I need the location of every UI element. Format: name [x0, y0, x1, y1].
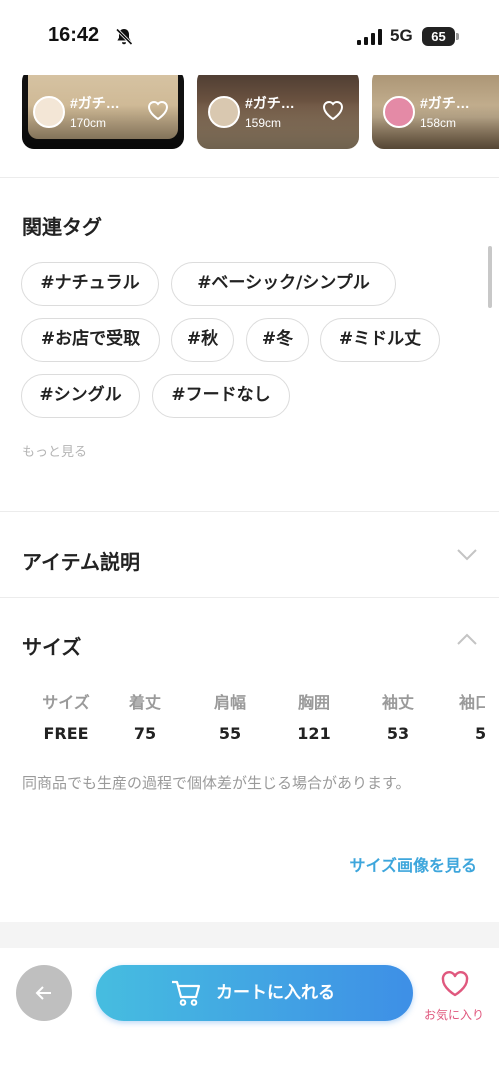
size-header: 肩幅: [213, 693, 246, 712]
divider: [0, 177, 499, 178]
back-button[interactable]: [16, 965, 72, 1021]
card-height: 158cm: [420, 116, 457, 130]
bottom-action-bar: カートに入れる お気に入り: [0, 948, 499, 1080]
favorite-label[interactable]: お気に入り: [424, 1006, 484, 1023]
heart-icon[interactable]: [321, 99, 345, 121]
card-height: 159cm: [245, 116, 282, 130]
more-tags-link[interactable]: もっと見る: [22, 441, 87, 460]
tag-chip[interactable]: #シングル: [21, 374, 140, 418]
tag-chip[interactable]: #ベーシック/シンプル: [171, 262, 396, 306]
signal-icon: [357, 29, 382, 45]
size-value: 53: [386, 724, 410, 743]
avatar: [33, 96, 65, 128]
scrollbar[interactable]: [488, 246, 492, 308]
size-value: FREE: [43, 724, 89, 743]
tag-chip[interactable]: #冬: [246, 318, 309, 362]
status-time: 16:42: [48, 24, 100, 46]
heart-icon[interactable]: [146, 99, 170, 121]
related-tags-title: 関連タグ: [22, 215, 102, 239]
size-value: 121: [297, 724, 331, 743]
tag-chip[interactable]: #お店で受取: [21, 318, 160, 362]
size-note: 同商品でも生産の過程で個体差が生じる場合があります。: [22, 774, 411, 792]
avatar: [383, 96, 415, 128]
cart-icon: [172, 980, 201, 1006]
coordinate-card[interactable]: #ガチ… 170cm: [22, 75, 184, 149]
coordinate-cards: #ガチ… 170cm #ガチ… 159cm #ガチ… 158cm: [0, 75, 499, 155]
divider: [0, 597, 499, 598]
chevron-up-icon[interactable]: [456, 632, 478, 646]
arrow-left-icon: [35, 986, 51, 1000]
battery-icon: 65: [422, 27, 455, 46]
coordinate-card[interactable]: #ガチ… 158cm: [372, 75, 499, 149]
network-type: 5G: [390, 26, 413, 45]
section-spacer: [0, 922, 499, 948]
heart-icon[interactable]: [440, 970, 470, 998]
size-header: 胸囲: [297, 693, 330, 712]
size-header: 着丈: [128, 693, 161, 712]
tag-chip[interactable]: #フードなし: [152, 374, 290, 418]
size-header: サイズ: [42, 693, 90, 712]
tag-chip[interactable]: #秋: [171, 318, 234, 362]
card-tag: #ガチ…: [420, 95, 470, 111]
size-image-link[interactable]: サイズ画像を見る: [349, 852, 477, 876]
size-value: 5: [475, 724, 485, 743]
battery-tip: [456, 33, 459, 40]
add-to-cart-label: カートに入れる: [216, 983, 335, 1003]
coordinate-card[interactable]: #ガチ… 159cm: [197, 75, 359, 149]
size-header: 袖口: [459, 693, 485, 712]
size-table[interactable]: サイズ 着丈 肩幅 胸囲 袖丈 袖口 FREE 75 55 121 53 5: [22, 680, 485, 750]
add-to-cart-button[interactable]: カートに入れる: [96, 965, 413, 1021]
bell-off-icon: [115, 28, 133, 46]
item-description-title[interactable]: アイテム説明: [22, 546, 140, 575]
card-tag: #ガチ…: [245, 95, 295, 111]
size-value: 55: [218, 724, 242, 743]
card-height: 170cm: [70, 116, 107, 130]
size-header: 袖丈: [381, 693, 414, 712]
divider: [0, 511, 499, 512]
card-tag: #ガチ…: [70, 95, 120, 111]
chevron-down-icon[interactable]: [456, 548, 478, 562]
avatar: [208, 96, 240, 128]
status-bar: 16:42 5G 65: [0, 0, 499, 75]
size-value: 75: [133, 724, 157, 743]
tag-chip[interactable]: #ナチュラル: [21, 262, 159, 306]
size-title[interactable]: サイズ: [22, 631, 81, 660]
tag-chip[interactable]: #ミドル丈: [320, 318, 440, 362]
